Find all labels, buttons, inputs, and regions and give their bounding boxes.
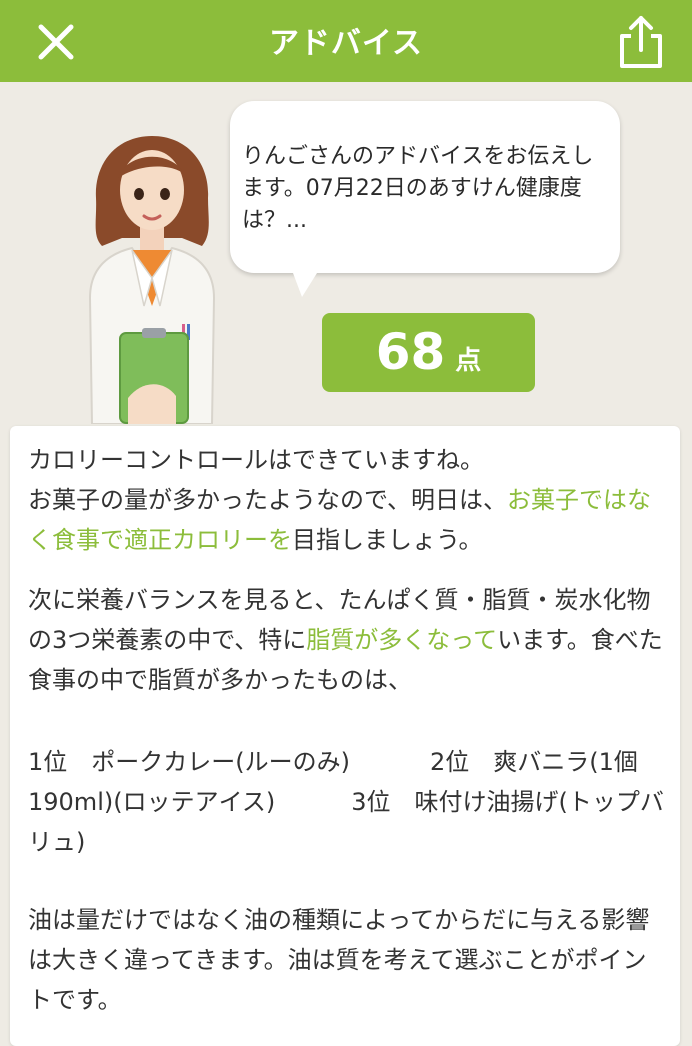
page-title: アドバイス [268, 26, 424, 61]
advice-paragraph-4: 油は量だけではなく油の種類によってからだに与える影響は大きく違ってきます。油は質… [28, 906, 650, 1014]
share-button[interactable] [614, 12, 668, 70]
advice-text: カロリーコントロールはできていますね。 [28, 446, 484, 474]
bubble-message: りんごさんのアドバイスをお伝えします。07月22日のあすけん健康度は？... [242, 144, 594, 233]
app-header: アドバイス [0, 0, 692, 82]
advice-text: お菓子の量が多かったようなので、明日は、 [28, 486, 508, 514]
advice-paragraph-2: 次に栄養バランスを見ると、たんぱく質・脂質・炭水化物の3つ栄養素の中で、特に脂質… [28, 580, 668, 700]
speech-bubble-tail [290, 265, 322, 297]
fat-ranking-list: 1位 ポークカレー(ルーのみ) 2位 爽バニラ(1個190ml)(ロッテアイス) 3… [28, 742, 668, 862]
advisor-avatar [88, 136, 216, 424]
advice-text: 目指しましょう。 [292, 526, 483, 554]
score-value: 68 [375, 323, 446, 381]
score-badge: 68 点 [322, 313, 535, 392]
advice-speech-bubble: りんごさんのアドバイスをお伝えします。07月22日のあすけん健康度は？... [230, 101, 620, 273]
share-icon [620, 16, 662, 68]
advice-paragraph-1: カロリーコントロールはできていますね。 お菓子の量が多かったようなので、明日は、お… [28, 440, 668, 560]
score-unit: 点 [455, 346, 482, 376]
advice-highlight: 脂質が多くなって [306, 626, 498, 654]
advice-card: カロリーコントロールはできていますね。 お菓子の量が多かったようなので、明日は、お… [10, 426, 680, 1046]
rank-item-1: 1位 ポークカレー(ルーのみ) [28, 748, 350, 776]
